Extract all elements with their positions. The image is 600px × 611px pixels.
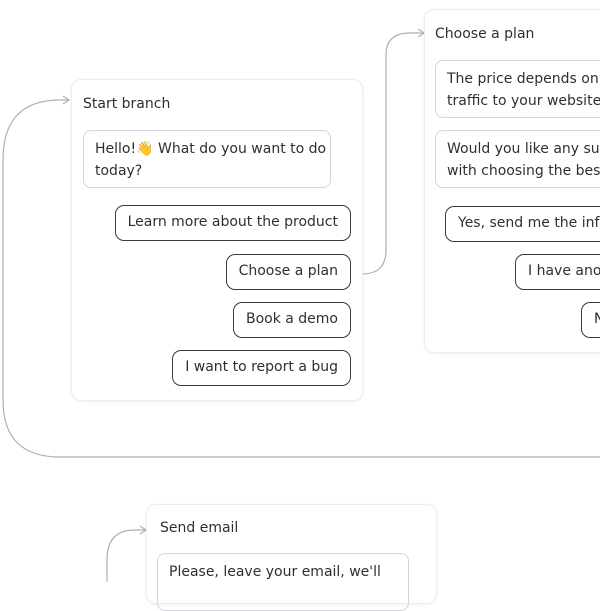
- message-bubble: Hello!👋 What do you want to do today?: [83, 130, 331, 188]
- connector-send-email: [106, 529, 145, 582]
- connector-choose-plan: [361, 32, 423, 275]
- message-bubble: Please, leave your email, we'll: [157, 553, 409, 611]
- flow-canvas[interactable]: Start branch Hello!👋 What do you want to…: [0, 0, 600, 611]
- reply-button-choose-plan[interactable]: Choose a plan: [225, 254, 351, 290]
- message-line: The price depends on the: [447, 71, 600, 87]
- message-line: today?: [95, 163, 143, 179]
- reply-button-learn-more[interactable]: Learn more about the product: [114, 205, 351, 241]
- node-send-email[interactable]: Send email Please, leave your email, we'…: [146, 504, 437, 611]
- message-line: Would you like any support: [447, 141, 600, 157]
- node-title: Start branch: [83, 96, 171, 112]
- node-title: Choose a plan: [435, 26, 535, 42]
- node-title: Send email: [160, 520, 239, 536]
- reply-button-report-bug[interactable]: I want to report a bug: [172, 350, 351, 386]
- reply-button-send-info[interactable]: Yes, send me the info: [445, 206, 600, 242]
- message-bubble: The price depends on the traffic to your…: [435, 60, 600, 118]
- node-start-branch[interactable]: Start branch Hello!👋 What do you want to…: [71, 79, 363, 401]
- reply-button-another-question[interactable]: I have another: [515, 254, 600, 290]
- reply-button-no[interactable]: No: [581, 302, 600, 338]
- message-bubble: Would you like any support with choosing…: [435, 130, 600, 188]
- message-line: with choosing the best: [447, 163, 600, 179]
- node-choose-plan[interactable]: Choose a plan The price depends on the t…: [424, 9, 600, 353]
- reply-button-book-demo[interactable]: Book a demo: [232, 302, 351, 338]
- message-line: Please, leave your email, we'll: [169, 564, 381, 580]
- message-line: traffic to your website.: [447, 93, 600, 109]
- message-line: Hello!👋 What do you want to do: [95, 141, 327, 157]
